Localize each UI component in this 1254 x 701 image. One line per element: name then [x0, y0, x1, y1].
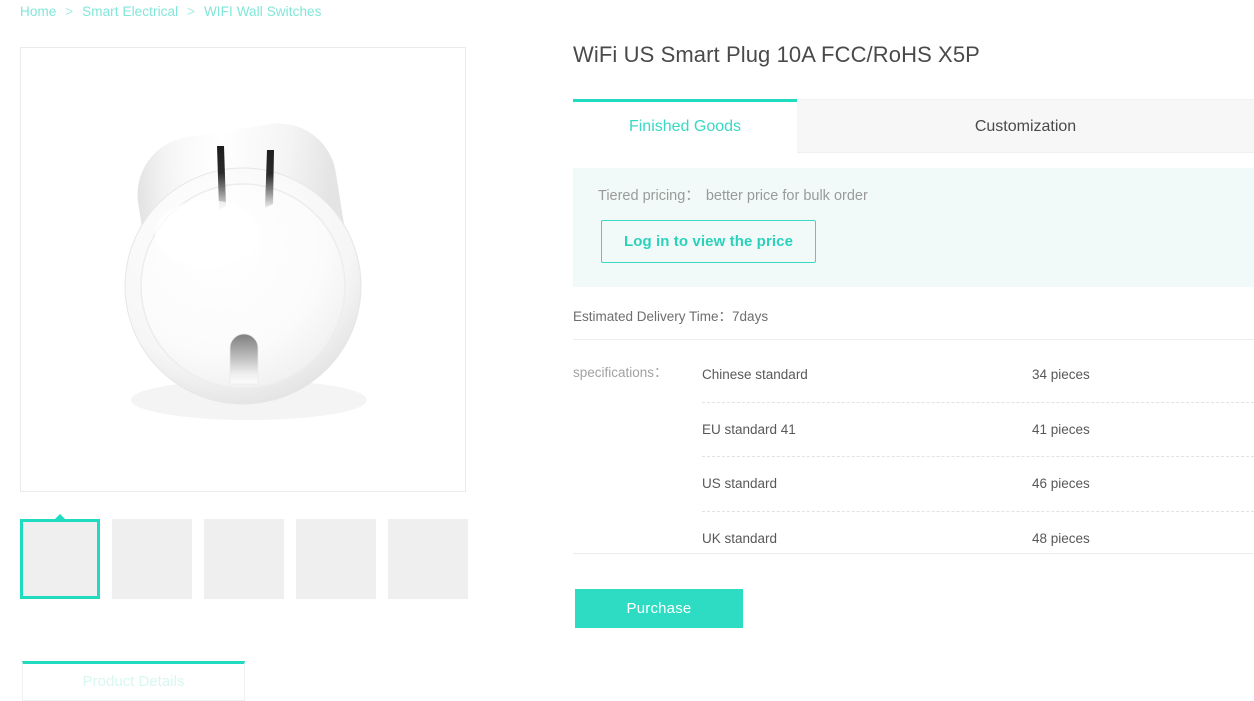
- tiered-pricing-label: Tiered pricing： better price for bulk ord…: [598, 184, 868, 205]
- thumbnail-2[interactable]: [112, 519, 192, 599]
- smart-plug-illustration: [21, 48, 465, 491]
- breadcrumb-item-wifi-wall-switches[interactable]: WIFI Wall Switches: [204, 4, 322, 19]
- tiered-pricing-value: better price for bulk order: [706, 188, 868, 204]
- tiered-pricing-panel: Tiered pricing： better price for bulk ord…: [573, 168, 1254, 287]
- spec-name: EU standard 41: [702, 422, 796, 437]
- bottom-section-tab[interactable]: Product Details: [22, 661, 245, 701]
- thumbnail-5[interactable]: [388, 519, 468, 599]
- spec-quantity: 41 pieces: [1032, 422, 1090, 437]
- page-title: WiFi US Smart Plug 10A FCC/RoHS X5P: [573, 42, 980, 68]
- divider-bottom: [573, 553, 1254, 554]
- bottom-section-tab-label: Product Details: [23, 664, 244, 700]
- product-gallery: [20, 47, 466, 492]
- thumbnail-1[interactable]: [20, 519, 100, 599]
- tab-finished-goods[interactable]: Finished Goods: [573, 99, 797, 153]
- divider-top: [573, 339, 1254, 340]
- table-row[interactable]: Chinese standard 34 pieces: [702, 348, 1254, 402]
- spec-quantity: 46 pieces: [1032, 476, 1090, 491]
- breadcrumb-separator: >: [65, 4, 73, 19]
- specifications-section: specifications： Chinese standard 34 piec…: [573, 348, 1254, 565]
- breadcrumb-item-smart-electrical[interactable]: Smart Electrical: [82, 4, 178, 19]
- breadcrumb-separator: >: [187, 4, 195, 19]
- estimated-delivery-time: Estimated Delivery Time：7days: [573, 305, 1254, 325]
- thumbnail-4[interactable]: [296, 519, 376, 599]
- thumbnail-strip: [20, 519, 480, 599]
- specifications-label: specifications：: [573, 361, 668, 381]
- spec-name: UK standard: [702, 531, 777, 546]
- table-row[interactable]: EU standard 41 41 pieces: [702, 402, 1254, 457]
- product-detail-page: Home > Smart Electrical > WIFI Wall Swit…: [0, 0, 1254, 687]
- purchase-button[interactable]: Purchase: [575, 589, 743, 628]
- spec-quantity: 48 pieces: [1032, 531, 1090, 546]
- spec-name: Chinese standard: [702, 367, 808, 382]
- tiered-pricing-label-text: Tiered pricing：: [598, 188, 700, 204]
- login-to-view-price-button[interactable]: Log in to view the price: [601, 220, 816, 263]
- thumbnail-3[interactable]: [204, 519, 284, 599]
- main-product-image[interactable]: [20, 47, 466, 492]
- table-row[interactable]: US standard 46 pieces: [702, 456, 1254, 511]
- spec-quantity: 34 pieces: [1032, 367, 1090, 382]
- breadcrumb: Home > Smart Electrical > WIFI Wall Swit…: [20, 4, 322, 19]
- tab-customization[interactable]: Customization: [797, 99, 1254, 153]
- spec-name: US standard: [702, 476, 777, 491]
- product-tabs: Finished Goods Customization: [573, 99, 1254, 153]
- breadcrumb-item-home[interactable]: Home: [20, 4, 56, 19]
- table-row[interactable]: UK standard 48 pieces: [702, 511, 1254, 566]
- specifications-table: Chinese standard 34 pieces EU standard 4…: [702, 348, 1254, 565]
